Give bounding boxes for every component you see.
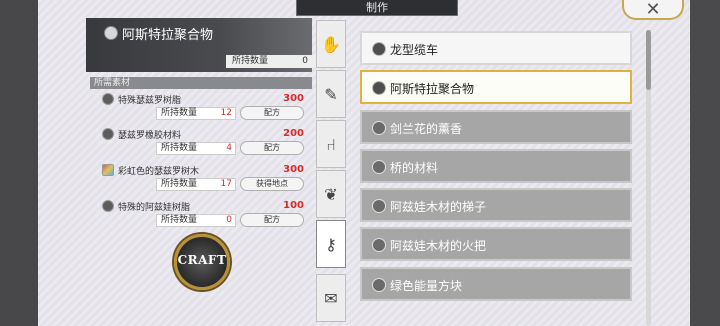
material-owned-value: 0 [226,215,232,225]
recipe-item[interactable]: 龙型缆车 [360,31,632,65]
tab-plants[interactable]: ❦ [316,170,346,218]
material-name: 特殊的阿兹娃树脂 [118,203,191,213]
recipe-item[interactable]: 阿兹娃木材的梯子 [360,188,632,222]
material-owned-label: 所持数量 [161,143,198,153]
recipe-icon [372,238,386,252]
tab-furniture[interactable]: ⑁ [316,120,346,168]
recipe-name: 绿色能量方块 [390,279,463,293]
selected-item-owned: 所持数量 0 [86,55,332,69]
recipe-button[interactable]: 配方 [240,213,304,227]
right-border [690,0,720,326]
tab-keys[interactable]: ⚷ [316,220,346,268]
selected-item-name: 阿斯特拉聚合物 [122,28,214,43]
scroll-icon: ✉ [324,288,338,308]
recipe-icon [372,160,386,174]
tool-icon: ✎ [324,84,338,104]
recipe-icon [372,199,386,213]
recipe-scrollbar[interactable] [646,30,651,326]
material-row: 特殊瑟兹罗树脂 300 所持数量 12 配方 [98,91,312,125]
close-icon: ✕ [645,0,661,20]
glove-icon: ✋ [321,34,341,54]
left-border [0,0,38,326]
plant-icon: ❦ [324,184,338,204]
recipe-icon [372,121,386,135]
material-name: 瑟兹罗橡胶材料 [118,131,182,141]
material-row: 特殊的阿兹娃树脂 100 所持数量 0 配方 [98,198,312,232]
scrollbar-thumb[interactable] [646,30,651,90]
material-owned-label: 所持数量 [161,179,198,189]
source-location-button[interactable]: 获得地点 [240,177,304,191]
rubber-icon [102,128,114,140]
recipe-icon [372,81,386,95]
owned-value: 0 [302,56,308,66]
tab-tools[interactable]: ✎ [316,70,346,118]
rainbow-wood-icon [102,164,114,176]
material-required: 200 [283,128,304,139]
material-row: 瑟兹罗橡胶材料 200 所持数量 4 配方 [98,126,312,160]
materials-section-label: 所需素材 [90,77,312,89]
craft-label: CRAFT [177,253,227,267]
material-required: 100 [283,200,304,211]
material-name: 特殊瑟兹罗树脂 [118,96,182,106]
resin-icon [102,200,114,212]
recipe-item[interactable]: 桥的材料 [360,149,632,183]
material-owned: 所持数量 4 [156,142,236,155]
recipe-item[interactable]: 绿色能量方块 [360,267,632,301]
recipe-button[interactable]: 配方 [240,106,304,120]
material-owned-label: 所持数量 [161,108,198,118]
material-owned-value: 12 [220,108,232,118]
item-icon [104,26,118,40]
window-title: 制作 [296,0,458,16]
material-required: 300 [283,164,304,175]
key-icon: ⚷ [325,234,337,254]
recipe-name: 阿兹娃木材的梯子 [390,200,487,214]
material-owned-label: 所持数量 [161,215,198,225]
recipe-button[interactable]: 配方 [240,141,304,155]
material-owned-value: 17 [220,179,232,189]
tab-gloves[interactable]: ✋ [316,20,346,68]
material-owned-value: 4 [226,143,232,153]
material-owned: 所持数量 0 [156,214,236,227]
tab-scrolls[interactable]: ✉ [316,274,346,322]
material-row: 彩虹色的瑟兹罗树木 300 所持数量 17 获得地点 [98,162,312,196]
recipe-list: 龙型缆车 阿斯特拉聚合物 剑兰花的薰香 桥的材料 阿兹娃木材的梯子 阿兹娃木材的… [360,28,636,326]
recipe-name: 阿兹娃木材的火把 [390,239,487,253]
recipe-name: 剑兰花的薰香 [390,122,463,136]
material-owned: 所持数量 17 [156,178,236,191]
recipe-name: 阿斯特拉聚合物 [390,82,475,96]
chair-icon: ⑁ [326,134,336,154]
material-owned: 所持数量 12 [156,107,236,120]
recipe-name: 龙型缆车 [390,43,439,57]
recipe-item[interactable]: 剑兰花的薰香 [360,110,632,144]
category-tabs: ✋ ✎ ⑁ ❦ ⚷ ✉ [316,18,348,326]
recipe-icon [372,278,386,292]
material-name: 彩虹色的瑟兹罗树木 [118,167,200,177]
recipe-item[interactable]: 阿兹娃木材的火把 [360,227,632,261]
recipe-name: 桥的材料 [390,161,439,175]
owned-label: 所持数量 [232,56,269,66]
recipe-icon [372,42,386,56]
close-button[interactable]: ✕ [622,0,684,20]
crafting-screen: 制作 ✕ 阿斯特拉聚合物 所持数量 0 所需素材 特殊瑟兹罗树脂 300 所持数… [0,0,720,326]
material-required: 300 [283,93,304,104]
resin-icon [102,93,114,105]
recipe-item-selected[interactable]: 阿斯特拉聚合物 [360,70,632,104]
craft-button[interactable]: CRAFT [174,234,230,290]
